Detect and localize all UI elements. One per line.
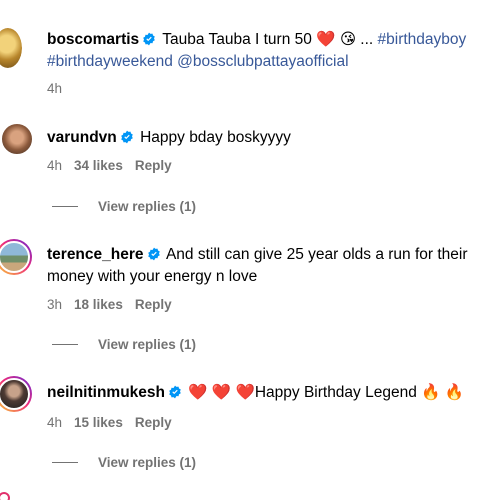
kiss-face-emoji-icon: 😘 — [339, 31, 356, 48]
username[interactable]: boscomartis — [47, 31, 139, 48]
ellipsis[interactable]: ... — [356, 31, 378, 48]
comment-body: boscomartis Tauba Tauba I turn 50 ❤️ 😘 .… — [47, 29, 494, 73]
avatar-with-story-ring[interactable] — [0, 239, 32, 275]
likes-count[interactable]: 15 likes — [74, 415, 123, 430]
avatar[interactable] — [0, 122, 34, 156]
divider-line — [52, 206, 78, 207]
timestamp[interactable]: 4h — [47, 415, 62, 430]
view-replies-button[interactable]: View replies (1) — [52, 199, 196, 214]
reply-button[interactable]: Reply — [135, 297, 172, 312]
fire-emoji-icon: 🔥 🔥 — [421, 384, 465, 401]
username[interactable]: neilnitinmukesh — [47, 384, 165, 401]
comment-text: Tauba Tauba I turn 50 — [162, 31, 317, 48]
view-replies-label: View replies (1) — [98, 455, 197, 470]
hashtag-link[interactable]: #birthdayweekend — [47, 53, 173, 70]
verified-badge-icon — [147, 247, 160, 261]
reply-button[interactable]: Reply — [135, 158, 172, 173]
timestamp[interactable]: 4h — [47, 81, 62, 96]
comment-meta: 3h 18 likes Reply — [47, 296, 184, 314]
reply-button[interactable]: Reply — [135, 415, 172, 430]
avatar-with-story-ring[interactable] — [0, 376, 32, 412]
view-replies-label: View replies (1) — [98, 199, 197, 214]
timestamp[interactable]: 4h — [47, 158, 62, 173]
hashtag-link[interactable]: #birthdayboy — [378, 31, 467, 48]
comment-meta: 4h — [47, 80, 74, 98]
comment-text: Happy Birthday Legend — [254, 384, 417, 401]
divider-line — [52, 344, 78, 345]
hearts-emoji-icon: ❤️ ❤️ ❤️ — [188, 384, 255, 401]
mention-link[interactable]: @bossclubpattayaofficial — [177, 53, 348, 70]
comment-body: varundvn Happy bday boskyyyy — [47, 127, 494, 149]
verified-badge-icon — [120, 130, 133, 144]
view-replies-button[interactable]: View replies (1) — [52, 337, 196, 352]
next-avatar-story-ring — [0, 492, 10, 500]
comment-meta: 4h 15 likes Reply — [47, 414, 184, 432]
timestamp[interactable]: 3h — [47, 297, 62, 312]
verified-badge-icon — [169, 385, 181, 399]
username[interactable]: terence_here — [47, 246, 144, 263]
comment-body: terence_here And still can give 25 year … — [47, 244, 494, 288]
verified-badge-icon — [143, 32, 155, 46]
heart-emoji-icon: ❤️ — [316, 31, 336, 48]
likes-count[interactable]: 34 likes — [74, 158, 123, 173]
avatar[interactable] — [0, 28, 22, 68]
view-replies-label: View replies (1) — [98, 337, 197, 352]
likes-count[interactable]: 18 likes — [74, 297, 123, 312]
divider-line — [52, 462, 78, 463]
comment-meta: 4h 34 likes Reply — [47, 157, 184, 175]
view-replies-button[interactable]: View replies (1) — [52, 455, 196, 470]
comment-text: Happy bday boskyyyy — [140, 129, 291, 146]
username[interactable]: varundvn — [47, 129, 117, 146]
comment-body: neilnitinmukesh ❤️ ❤️ ❤️Happy Birthday L… — [47, 382, 494, 404]
